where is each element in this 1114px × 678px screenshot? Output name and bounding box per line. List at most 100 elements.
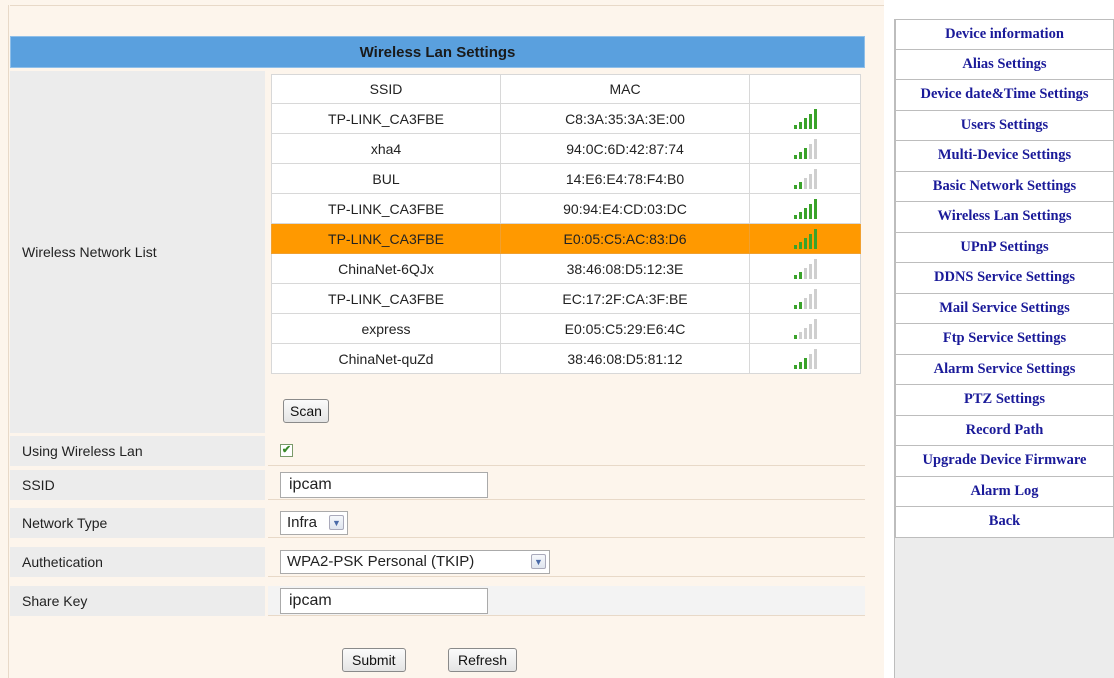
signal-strength-icon [793,318,817,339]
sidebar-item-device-date-time-settings[interactable]: Device date&Time Settings [895,80,1114,111]
table-row[interactable]: TP-LINK_CA3FBE E0:05:C5:AC:83:D6 [271,223,861,254]
using-wireless-checkbox[interactable]: ✔ [280,444,293,457]
signal-bar [813,108,817,129]
signal-bar [798,301,802,309]
sidebar-item-ddns-service-settings[interactable]: DDNS Service Settings [895,263,1114,294]
submit-button[interactable]: Submit [342,648,406,672]
signal-bar [803,207,807,219]
sidebar-item-basic-network-settings[interactable]: Basic Network Settings [895,171,1114,202]
signal-bar [813,138,817,159]
signal-cell [749,343,861,374]
sidebar-item-alarm-log[interactable]: Alarm Log [895,476,1114,507]
ssid-cell: TP-LINK_CA3FBE [271,223,501,254]
table-row[interactable]: BUL 14:E6:E4:78:F4:B0 [271,163,861,194]
table-row[interactable]: xha4 94:0C:6D:42:87:74 [271,133,861,164]
chevron-down-icon[interactable]: ▼ [329,515,344,530]
using-wireless-cell: ✔ [268,436,865,466]
mac-cell: E0:05:C5:AC:83:D6 [500,223,750,254]
using-wireless-label: Using Wireless Lan [10,436,265,466]
share-key-label: Share Key [10,586,265,616]
ssid-input[interactable] [280,471,488,498]
signal-bar [813,198,817,219]
share-key-cell [268,586,865,616]
column-header-mac: MAC [500,74,750,104]
ssid-cell: TP-LINK_CA3FBE [271,283,501,314]
sidebar-item-ptz-settings[interactable]: PTZ Settings [895,385,1114,416]
signal-strength-icon [793,228,817,249]
ssid-label: SSID [10,470,265,500]
table-row[interactable]: TP-LINK_CA3FBE C8:3A:35:3A:3E:00 [271,103,861,134]
sidebar-item-alarm-service-settings[interactable]: Alarm Service Settings [895,354,1114,385]
signal-bar [798,271,802,279]
sidebar-item-record-path[interactable]: Record Path [895,415,1114,446]
table-row[interactable]: TP-LINK_CA3FBE 90:94:E4:CD:03:DC [271,193,861,224]
signal-bar [808,173,812,189]
sidebar-item-back[interactable]: Back [895,507,1114,538]
signal-bar [813,288,817,309]
ssid-cell: ChinaNet-6QJx [271,253,501,284]
signal-strength-icon [793,198,817,219]
sidebar-item-mail-service-settings[interactable]: Mail Service Settings [895,293,1114,324]
network-type-select-box[interactable]: Infra ▼ [280,510,348,535]
signal-bar [798,211,802,219]
table-row[interactable]: ChinaNet-quZd 38:46:08:D5:81:12 [271,343,861,374]
table-body: TP-LINK_CA3FBE C8:3A:35:3A:3E:00 xha4 94:0C… [271,103,861,374]
mac-cell: 90:94:E4:CD:03:DC [500,193,750,224]
signal-bar [793,184,797,189]
ssid-cell: TP-LINK_CA3FBE [271,103,501,134]
signal-bar [803,177,807,189]
signal-bar [803,237,807,249]
authentication-select-box[interactable]: WPA2-PSK Personal (TKIP) ▼ [280,549,550,574]
sidebar-item-ftp-service-settings[interactable]: Ftp Service Settings [895,324,1114,355]
signal-bar [798,151,802,159]
sidebar-item-upgrade-device-firmware[interactable]: Upgrade Device Firmware [895,446,1114,477]
signal-cell [749,133,861,164]
share-key-input[interactable] [280,587,488,614]
network-list-label: Wireless Network List [10,71,265,433]
signal-cell [749,103,861,134]
signal-bar [798,331,802,339]
signal-bar [793,214,797,219]
mac-cell: C8:3A:35:3A:3E:00 [500,103,750,134]
ssid-cell: TP-LINK_CA3FBE [271,193,501,224]
ssid-cell: ChinaNet-quZd [271,343,501,374]
signal-cell [749,193,861,224]
left-divider [8,5,9,678]
signal-cell [749,253,861,284]
signal-bar [798,241,802,249]
network-type-label: Network Type [10,508,265,538]
signal-bar [813,168,817,189]
refresh-button[interactable]: Refresh [448,648,518,672]
page-title: Wireless Lan Settings [10,36,865,68]
table-row[interactable]: TP-LINK_CA3FBE EC:17:2F:CA:3F:BE [271,283,861,314]
sidebar-item-alias-settings[interactable]: Alias Settings [895,49,1114,80]
sidebar-item-users-settings[interactable]: Users Settings [895,110,1114,141]
chevron-down-icon[interactable]: ▼ [531,554,546,569]
signal-bar [793,244,797,249]
signal-bar [803,117,807,129]
sidebar-item-device-information[interactable]: Device information [895,19,1114,50]
signal-bar [803,147,807,159]
ssid-cell: express [271,313,501,344]
signal-bar [813,258,817,279]
sidebar-item-multi-device-settings[interactable]: Multi-Device Settings [895,141,1114,172]
network-list-panel: SSID MAC TP-LINK_CA3FBE C8:3A:35:3A:3E:00… [268,71,865,433]
signal-bar [808,203,812,219]
signal-cell [749,163,861,194]
sidebar-item-upnp-settings[interactable]: UPnP Settings [895,232,1114,263]
sidebar-item-wireless-lan-settings[interactable]: Wireless Lan Settings [895,202,1114,233]
main-panel: Wireless Lan Settings Wireless Network L… [0,0,884,678]
signal-bar [808,293,812,309]
wireless-network-table: SSID MAC TP-LINK_CA3FBE C8:3A:35:3A:3E:00… [271,74,861,374]
network-type-select[interactable]: Infra ▼ [280,510,348,535]
signal-bar [808,233,812,249]
authentication-select[interactable]: WPA2-PSK Personal (TKIP) ▼ [280,549,550,574]
scan-button[interactable]: Scan [283,399,329,423]
table-row[interactable]: express E0:05:C5:29:E6:4C [271,313,861,344]
signal-bar [793,124,797,129]
ssid-cell: xha4 [271,133,501,164]
table-row[interactable]: ChinaNet-6QJx 38:46:08:D5:12:3E [271,253,861,284]
checkmark-icon: ✔ [281,444,292,456]
authentication-label: Authetication [10,547,265,577]
mac-cell: 14:E6:E4:78:F4:B0 [500,163,750,194]
